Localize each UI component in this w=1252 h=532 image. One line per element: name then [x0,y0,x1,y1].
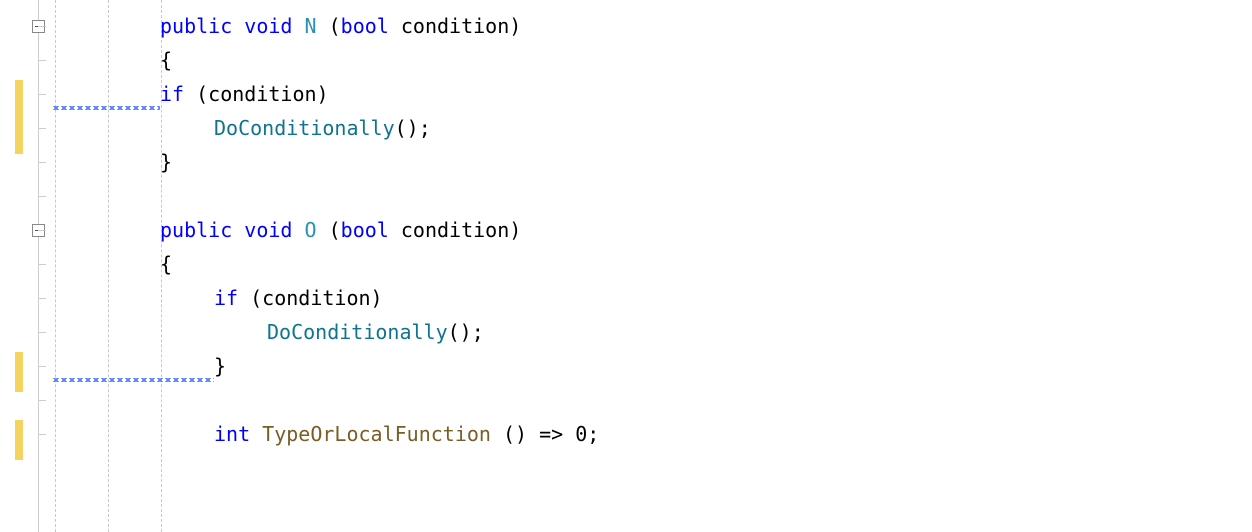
code-line[interactable]: } [160,150,172,174]
token-pln: { [160,48,172,72]
token-pln: { [160,252,172,276]
token-pln: ) [509,14,521,38]
token-kw: if [160,82,196,106]
outline-tick [38,128,46,129]
outline-tick [38,94,46,95]
change-marker [15,420,23,460]
code-line[interactable]: DoConditionally(); [214,116,431,140]
token-pln: condition [401,14,509,38]
token-kw: void [244,218,304,242]
outline-tick [38,60,46,61]
token-kw: bool [341,218,401,242]
token-kw: int [214,422,262,446]
outline-tick [38,298,46,299]
token-pln: } [214,354,226,378]
outline-tick [38,332,46,333]
token-kw: public [160,218,244,242]
warning-squiggle [52,106,160,110]
token-pln: () => 0; [503,422,599,446]
code-line[interactable]: } [214,354,226,378]
code-line[interactable]: { [160,48,172,72]
token-pln: } [160,150,172,174]
code-editor[interactable]: public void N (bool condition){if (condi… [0,0,1252,532]
code-line[interactable]: { [160,252,172,276]
token-pln: (condition) [196,82,328,106]
code-line[interactable]: if (condition) [160,82,329,106]
code-line[interactable]: if (condition) [214,286,383,310]
outline-tick [38,366,46,367]
token-pln: ( [329,14,341,38]
token-pln: (); [448,320,484,344]
outline-line [38,0,39,532]
change-marker [15,352,23,392]
indent-guide [108,0,109,532]
code-line[interactable]: DoConditionally(); [267,320,484,344]
token-pln: (condition) [250,286,382,310]
code-line[interactable]: public void O (bool condition) [160,218,521,242]
outline-tick [38,434,46,435]
change-marker [15,80,23,154]
token-type: O [305,218,329,242]
code-line[interactable]: public void N (bool condition) [160,14,521,38]
token-call: DoConditionally [267,320,448,344]
code-line[interactable]: int TypeOrLocalFunction () => 0; [214,422,599,446]
indent-guide [55,0,56,532]
outline-tick [38,162,46,163]
token-type: N [305,14,329,38]
outline-tick [38,26,46,27]
outline-tick [38,400,46,401]
token-pln: ( [329,218,341,242]
outline-tick [38,230,46,231]
token-kw: bool [341,14,401,38]
token-kw: public [160,14,244,38]
token-kw: void [244,14,304,38]
token-pln: ) [509,218,521,242]
outline-tick [38,196,46,197]
token-pln: condition [401,218,509,242]
token-kw: if [214,286,250,310]
token-pln: (); [395,116,431,140]
outline-tick [38,264,46,265]
token-mname: TypeOrLocalFunction [262,422,503,446]
warning-squiggle [52,378,214,382]
token-call: DoConditionally [214,116,395,140]
